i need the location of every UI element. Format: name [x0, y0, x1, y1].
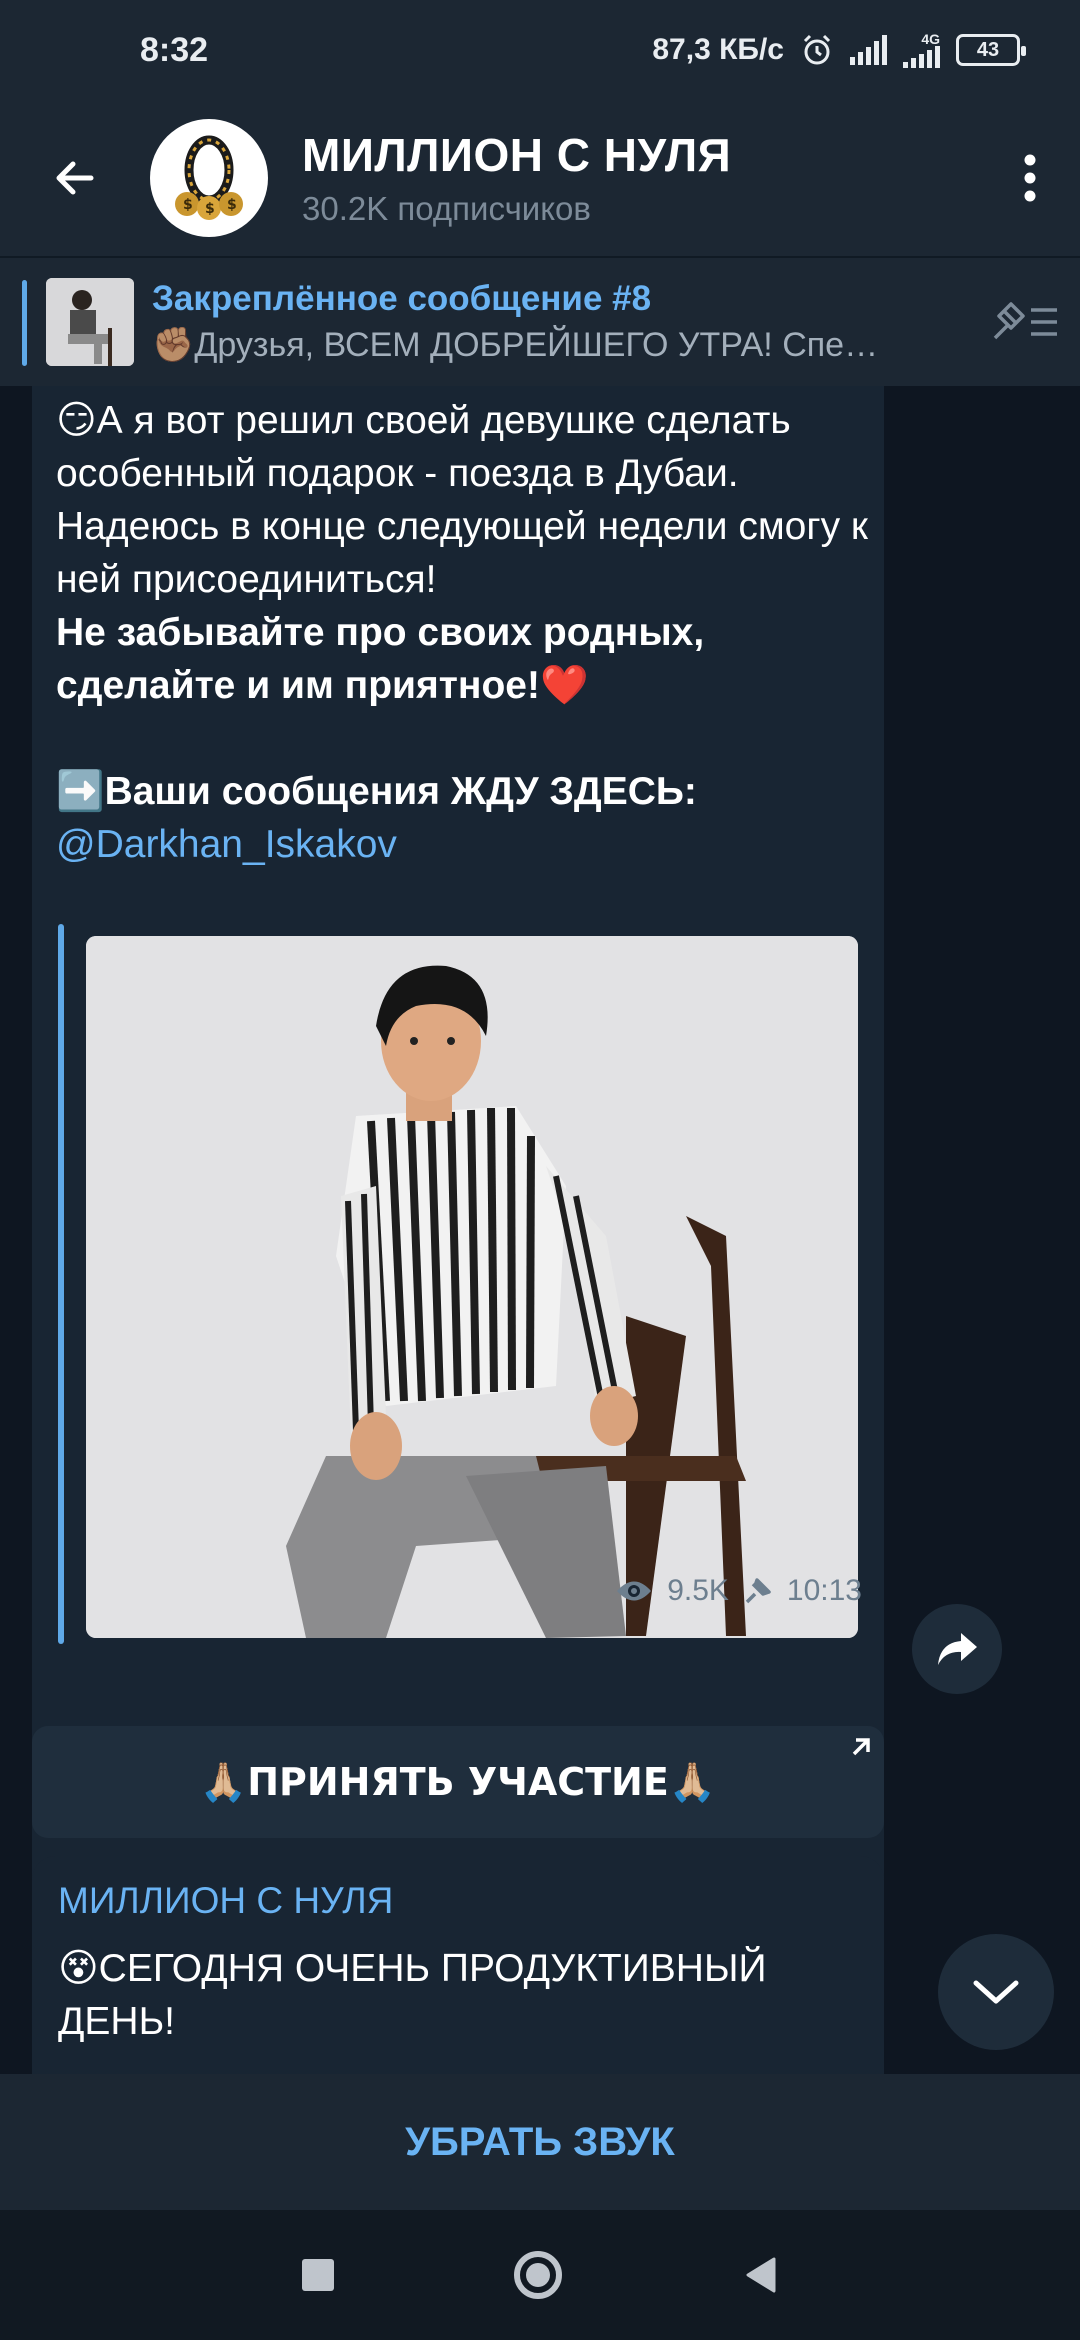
next-message-bubble[interactable]: МИЛЛИОН С НУЛЯ 😵СЕГОДНЯ ОЧЕНЬ ПРОДУКТИВН…: [32, 1856, 884, 2074]
heart-emoji: ❤️: [539, 663, 589, 708]
photo-attachment[interactable]: [58, 924, 858, 1644]
external-link-icon: [852, 1738, 870, 1756]
message-paragraph-2: Не забывайте про своих родных, сделайте …: [56, 611, 705, 707]
pinned-preview: ✊🏽Друзья, ВСЕМ ДОБРЕЙШЕГО УТРА! Спе…: [152, 326, 879, 364]
pinned-text: Закреплённое сообщение #8 ✊🏽Друзья, ВСЕМ…: [152, 279, 970, 365]
recents-button[interactable]: [302, 2259, 334, 2291]
network-speed: 87,3 КБ/с: [652, 33, 784, 66]
pinned-thumbnail: [46, 278, 134, 366]
money-chain-logo-icon: $ $ $: [175, 135, 243, 220]
participate-button[interactable]: 🙏🏼ПРИНЯТЬ УЧАСТИЕ🙏🏼: [32, 1726, 884, 1838]
arrow-left-icon: [56, 161, 94, 195]
mute-label: УБРАТЬ ЗВУК: [405, 2119, 675, 2164]
dizzy-emoji: 😵: [58, 1946, 99, 1991]
mention-link[interactable]: @Darkhan_Iskakov: [56, 823, 397, 866]
pin-list-icon: [993, 302, 1057, 340]
svg-text:$: $: [227, 197, 237, 213]
home-button[interactable]: [514, 2251, 562, 2299]
chat-area[interactable]: 😏А я вот решил своей девушке сделать осо…: [0, 386, 1080, 2074]
scroll-down-button[interactable]: [938, 1934, 1054, 2050]
channel-avatar[interactable]: $ $ $: [150, 119, 268, 237]
pinned-indicator: [22, 280, 27, 366]
more-menu-button[interactable]: [980, 100, 1080, 256]
status-bar: 8:32 87,3 КБ/с 4G 43: [0, 0, 1080, 100]
pinned-message-bar[interactable]: Закреплённое сообщение #8 ✊🏽Друзья, ВСЕМ…: [0, 256, 1080, 386]
view-count: 9.5K: [667, 1574, 729, 1607]
header-text[interactable]: МИЛЛИОН С НУЛЯ 30.2K подписчиков: [302, 128, 980, 228]
pinned-list-button[interactable]: [970, 257, 1080, 387]
pinned-title: Закреплённое сообщение #8: [152, 279, 652, 318]
participate-label: 🙏🏼ПРИНЯТЬ УЧАСТИЕ🙏🏼: [199, 1759, 717, 1804]
arrow-right-emoji: ➡️: [56, 769, 105, 814]
subscriber-count: 30.2K подписчиков: [302, 190, 591, 227]
back-triangle-icon[interactable]: [742, 2255, 778, 2295]
message-text: 😏А я вот решил своей девушке сделать осо…: [56, 394, 876, 871]
chevron-down-icon: [973, 1980, 1019, 2004]
message-photo[interactable]: [86, 936, 858, 1638]
svg-text:$: $: [183, 197, 193, 213]
signal-4g-icon: 4G: [903, 32, 940, 68]
more-vertical-icon: [1024, 154, 1036, 202]
message-meta: 9.5K 10:13: [582, 1574, 862, 1608]
eye-icon: [617, 1581, 652, 1601]
message-time: 10:13: [786, 1574, 862, 1607]
forward-button[interactable]: [912, 1604, 1002, 1694]
message-paragraph-1: А я вот решил своей девушке сделать особ…: [56, 399, 868, 601]
system-navigation-bar: [0, 2210, 1080, 2340]
next-message-author: МИЛЛИОН С НУЛЯ: [58, 1880, 394, 1921]
signal-bars-icon: [850, 35, 887, 65]
alarm-icon: [803, 34, 831, 65]
chat-header: $ $ $ МИЛЛИОН С НУЛЯ 30.2K подписчиков: [0, 100, 1080, 256]
pin-icon: [745, 1578, 771, 1604]
pinned-photo-thumb: [46, 278, 134, 366]
back-button[interactable]: [0, 100, 150, 256]
message-cta: Ваши сообщения ЖДУ ЗДЕСЬ:: [104, 770, 697, 813]
next-message-text: 😵СЕГОДНЯ ОЧЕНЬ ПРОДУКТИВНЫЙ ДЕНЬ!: [58, 1946, 767, 2043]
status-time: 8:32: [140, 30, 209, 69]
battery-icon: 43: [956, 34, 1026, 66]
portrait-photo: [86, 936, 858, 1638]
smirk-emoji: 😏: [56, 398, 97, 443]
share-arrow-icon: [938, 1633, 977, 1665]
channel-title: МИЛЛИОН С НУЛЯ: [302, 129, 732, 181]
svg-text:$: $: [205, 201, 215, 217]
quote-line: [58, 924, 64, 1644]
status-icons: 87,3 КБ/с 4G 43: [652, 32, 1026, 68]
mute-button[interactable]: УБРАТЬ ЗВУК: [0, 2074, 1080, 2210]
